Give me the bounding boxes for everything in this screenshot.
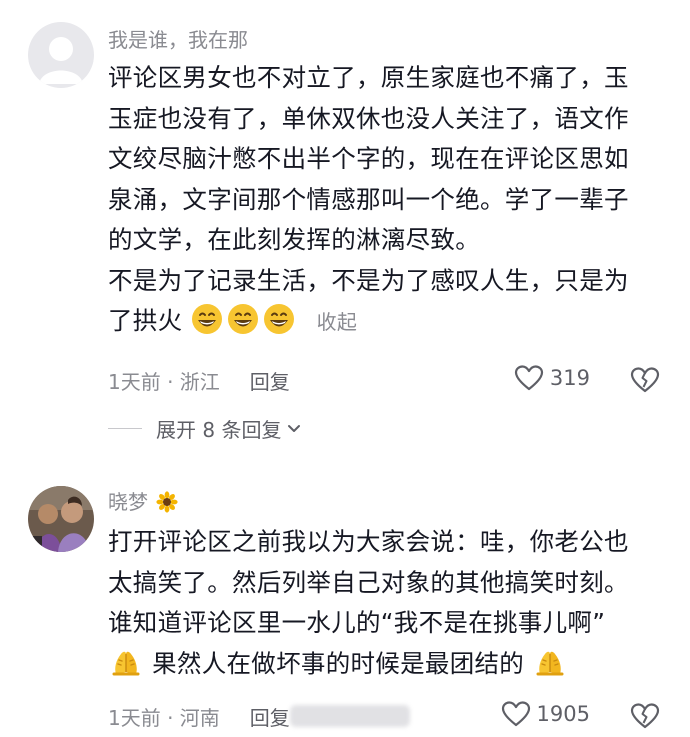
comment-list: 我是谁，我在那 评论区男女也不对立了，原生家庭也不痛了，玉 玉症也没有了，单休双… xyxy=(0,0,690,737)
avatar[interactable] xyxy=(28,486,94,552)
folded-hands-icon xyxy=(112,651,140,675)
grinning-face-icon xyxy=(263,304,294,334)
folded-hands-icon xyxy=(536,651,564,675)
comment-line-text: 果然人在做坏事的时候是最团结的 xyxy=(152,648,525,678)
watermark-overlay xyxy=(290,705,410,727)
comment-line: 谁知道评论区里一水儿的“我不是在挑事儿啊” xyxy=(108,608,606,637)
broken-heart-icon xyxy=(630,703,660,729)
comment-line: 玉症也没有了，单休双休也没人关注了，语文作 xyxy=(108,103,629,133)
comment-line: 评论区男女也不对立了，原生家庭也不痛了，玉 xyxy=(108,63,629,92)
time-location: 1天前 · 浙江 xyxy=(108,370,220,394)
username-text: 晓梦 xyxy=(108,490,148,514)
grinning-face-icon xyxy=(227,304,258,334)
comment-line: 太搞笑了。然后列举自己对象的其他搞笑时刻。 xyxy=(108,567,629,597)
comment-text: 评论区男女也不对立了，原生家庭也不痛了，玉 玉症也没有了，单休双休也没人关注了，… xyxy=(108,58,668,342)
reply-button[interactable]: 回复 xyxy=(250,702,290,731)
reply-button[interactable]: 回复 xyxy=(250,366,290,395)
like-count: 319 xyxy=(549,366,590,390)
comment-line: 文绞尽脑汁憋不出半个字的，现在在评论区思如 xyxy=(108,144,629,173)
heart-icon xyxy=(501,701,530,727)
expand-replies-button[interactable]: 展开 8 条回复 xyxy=(108,414,301,443)
grinning-face-icon xyxy=(191,304,222,334)
avatar[interactable] xyxy=(28,22,94,88)
like-button[interactable]: 1905 xyxy=(501,700,590,728)
like-count: 1905 xyxy=(536,702,590,726)
comment-text: 打开评论区之前我以为大家会说：哇，你老公也 太搞笑了。然后列举自己对象的其他搞笑… xyxy=(108,522,668,684)
comment-last-line: 了拱火 收起 xyxy=(108,301,668,342)
comment-line: 不是为了记录生活，不是为了感叹人生，只是为 xyxy=(108,265,629,295)
time-location: 1天前 · 河南 xyxy=(108,706,220,730)
heart-icon xyxy=(514,365,544,391)
dislike-button[interactable] xyxy=(630,366,660,398)
collapse-link[interactable]: 收起 xyxy=(317,310,358,334)
sunflower-icon xyxy=(156,491,178,513)
username[interactable]: 我是谁，我在那 xyxy=(108,24,248,53)
divider xyxy=(108,427,142,430)
broken-heart-icon xyxy=(630,367,660,393)
comment-meta: 1天前 · 浙江 回复 xyxy=(108,366,290,395)
comment-line: 泉涌，文字间那个情感那叫一个绝。学了一辈子 xyxy=(108,184,629,214)
username[interactable]: 晓梦 xyxy=(108,486,178,515)
chevron-down-icon xyxy=(288,424,301,432)
comment-line-text: 了拱火 xyxy=(108,306,183,335)
default-avatar-icon xyxy=(28,22,94,88)
like-button[interactable]: 319 xyxy=(514,364,590,392)
comment-line: 的文学，在此刻发挥的淋漓尽致。 xyxy=(108,225,480,254)
expand-replies-label: 展开 8 条回复 xyxy=(156,418,282,442)
user-photo-icon xyxy=(28,486,94,552)
comment-meta: 1天前 · 河南 回复 xyxy=(108,702,290,731)
dislike-button[interactable] xyxy=(630,702,660,734)
comment-last-line: 果然人在做坏事的时候是最团结的 xyxy=(108,644,668,685)
comment-line: 打开评论区之前我以为大家会说：哇，你老公也 xyxy=(108,527,629,556)
